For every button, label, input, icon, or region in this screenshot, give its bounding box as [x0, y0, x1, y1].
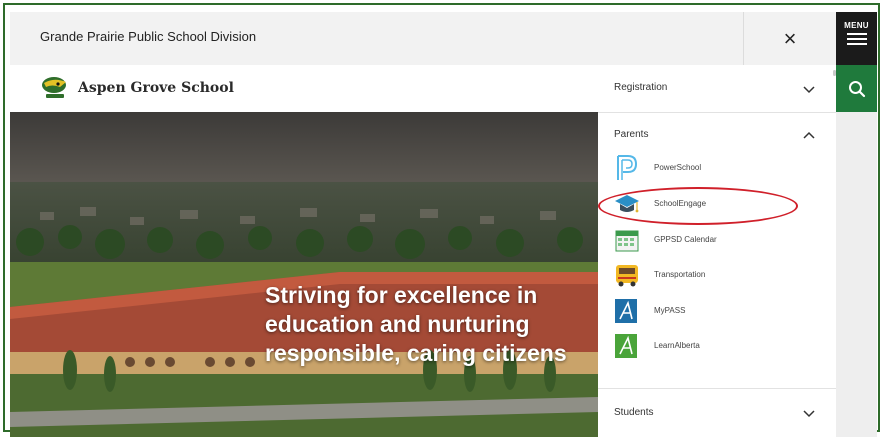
- link-label: SchoolEngage: [654, 199, 707, 208]
- close-button[interactable]: ×: [743, 12, 836, 65]
- chevron-down-icon[interactable]: [802, 409, 816, 419]
- link-powerschool[interactable]: PowerSchool: [614, 154, 804, 184]
- school-name[interactable]: Aspen Grove School: [78, 80, 234, 96]
- accordion-registration[interactable]: Registration: [614, 82, 667, 93]
- hamburger-icon: [846, 33, 867, 45]
- menu-divider: [598, 112, 836, 113]
- link-label: Transportation: [654, 270, 706, 279]
- hero-photo: [10, 112, 598, 437]
- accordion-parents[interactable]: Parents: [614, 129, 648, 140]
- link-transportation[interactable]: Transportation: [614, 261, 804, 291]
- search-icon: [848, 80, 865, 97]
- hero-line: responsible, caring citizens: [265, 340, 567, 366]
- mypass-icon: [615, 299, 637, 323]
- hero-line: Striving for excellence in: [265, 282, 538, 308]
- hero-tagline: Striving for excellence in education and…: [265, 281, 598, 368]
- link-label: GPPSD Calendar: [654, 235, 717, 244]
- hero-line: education and nurturing: [265, 311, 530, 337]
- link-gppsd-calendar[interactable]: GPPSD Calendar: [614, 226, 804, 256]
- menu-panel: Registration Parents PowerSchool SchoolE…: [598, 65, 836, 437]
- menu-divider: [598, 388, 836, 389]
- menu-button[interactable]: MENU: [836, 12, 877, 65]
- menu-label: MENU: [844, 21, 869, 30]
- chevron-up-icon[interactable]: [802, 131, 816, 141]
- link-label: LearnAlberta: [654, 341, 700, 350]
- link-learnalberta[interactable]: LearnAlberta: [614, 332, 804, 362]
- close-icon: ×: [783, 25, 797, 51]
- school-bus-icon: [616, 265, 638, 287]
- link-label: MyPASS: [654, 306, 686, 315]
- link-label: PowerSchool: [654, 163, 702, 172]
- school-header: Aspen Grove School: [10, 65, 598, 112]
- link-schoolengage[interactable]: SchoolEngage: [614, 190, 804, 220]
- powerschool-icon: [617, 155, 638, 180]
- accordion-students[interactable]: Students: [614, 407, 653, 418]
- division-bar: Grande Prairie Public School Division: [10, 12, 743, 65]
- search-button[interactable]: [836, 65, 877, 112]
- division-title[interactable]: Grande Prairie Public School Division: [40, 29, 256, 44]
- link-mypass[interactable]: MyPASS: [614, 297, 804, 327]
- calendar-icon: [615, 230, 639, 252]
- graduation-cap-icon: [615, 195, 639, 213]
- learnalberta-icon: [615, 334, 637, 358]
- chevron-down-icon[interactable]: [802, 85, 816, 95]
- school-logo-icon[interactable]: [40, 75, 70, 101]
- hero-image: Striving for excellence in education and…: [10, 112, 598, 437]
- panel-scrollbar[interactable]: [833, 70, 836, 76]
- side-strip: [836, 112, 877, 437]
